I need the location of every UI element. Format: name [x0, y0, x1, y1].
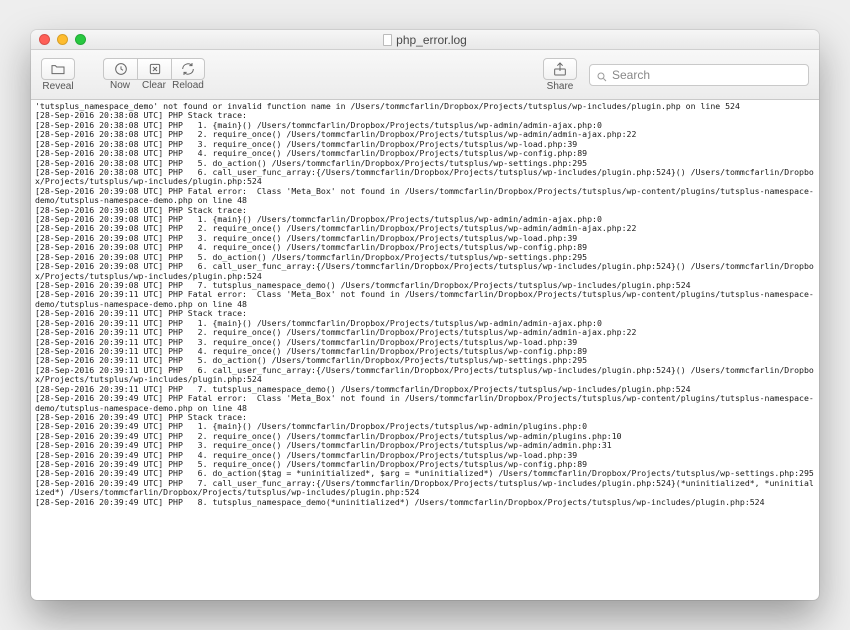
titlebar[interactable]: php_error.log — [31, 30, 819, 50]
share-icon — [552, 61, 568, 77]
fullscreen-window-button[interactable] — [75, 34, 86, 45]
folder-icon — [50, 61, 66, 77]
document-icon — [383, 34, 392, 46]
reload-button[interactable] — [171, 58, 205, 80]
toolbar: Reveal — [31, 50, 819, 100]
now-label: Now — [103, 80, 137, 91]
search-placeholder: Search — [612, 68, 650, 82]
log-text: 'tutsplus_namespace_demo' not found or i… — [35, 102, 815, 507]
share-button[interactable] — [543, 58, 577, 80]
clear-label: Clear — [137, 80, 171, 91]
reveal-button[interactable] — [41, 58, 75, 80]
clear-button[interactable] — [137, 58, 171, 80]
window-title-text: php_error.log — [396, 33, 467, 47]
reveal-label: Reveal — [42, 81, 73, 92]
reload-icon — [180, 61, 196, 77]
log-viewport[interactable]: 'tutsplus_namespace_demo' not found or i… — [31, 100, 819, 600]
window-title: php_error.log — [31, 33, 819, 47]
clock-icon — [113, 61, 129, 77]
close-window-button[interactable] — [39, 34, 50, 45]
minimize-window-button[interactable] — [57, 34, 68, 45]
search-icon — [596, 69, 608, 81]
reload-label: Reload — [171, 80, 205, 91]
app-window: php_error.log Reveal — [31, 30, 819, 600]
search-input[interactable]: Search — [589, 64, 809, 86]
clear-icon — [147, 61, 163, 77]
share-label: Share — [547, 81, 574, 92]
now-button[interactable] — [103, 58, 137, 80]
window-controls — [39, 34, 86, 45]
